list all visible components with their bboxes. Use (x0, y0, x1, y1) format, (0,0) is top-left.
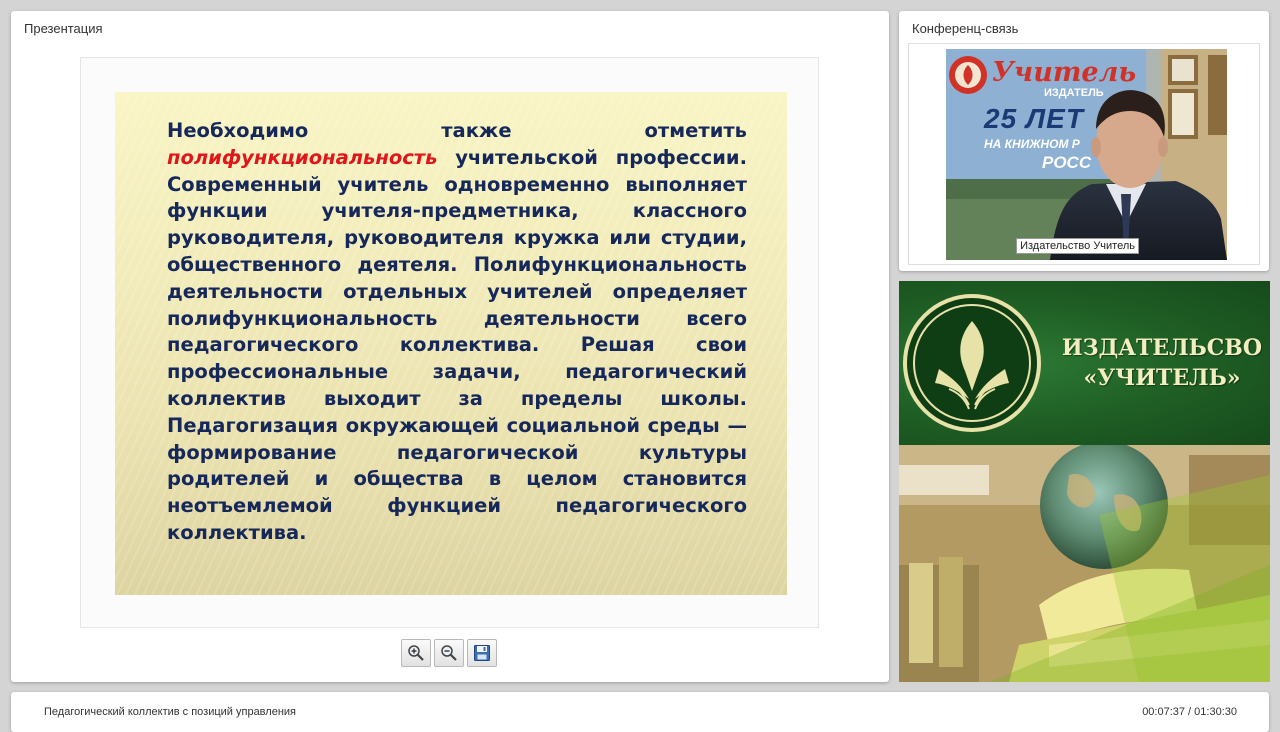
presentation-panel: Презентация Необходимо также отметить по… (11, 11, 889, 682)
publisher-logo-icon (903, 294, 1041, 432)
books-globe-illustration (899, 445, 1270, 682)
video-feed[interactable]: Учитель ИЗДАТЕЛЬ 25 ЛЕТ НА КНИЖНОМ Р РОС… (946, 49, 1227, 260)
zoom-out-icon (441, 645, 457, 661)
zoom-in-icon (408, 645, 424, 661)
player-footer: Педагогический коллектив с позиций управ… (11, 692, 1269, 732)
participant-label: Издательство Учитель (1016, 238, 1139, 254)
zoom-out-button[interactable] (434, 639, 464, 667)
banner-country: РОСС (1042, 153, 1092, 172)
video-frame: Учитель ИЗДАТЕЛЬ 25 ЛЕТ НА КНИЖНОМ Р РОС… (908, 43, 1260, 265)
publisher-banner: ИЗДАТЕЛЬСВО «УЧИТЕЛЬ» (899, 281, 1270, 682)
publisher-name-line2: «УЧИТЕЛЬ» (1083, 365, 1241, 391)
slide-text-highlight: полифункциональность (167, 145, 438, 169)
banner-line: НА КНИЖНОМ Р (984, 137, 1080, 151)
banner-years: 25 ЛЕТ (984, 103, 1084, 134)
banner-sub: ИЗДАТЕЛЬ (1044, 87, 1104, 99)
publisher-banner-top: ИЗДАТЕЛЬСВО «УЧИТЕЛЬ» (899, 281, 1270, 445)
course-title: Педагогический коллектив с позиций управ… (44, 706, 296, 718)
slide-text-intro: Необходимо также отметить (167, 119, 747, 142)
slide-text: Необходимо также отметить полифункционал… (167, 118, 747, 547)
floppy-disk-icon (474, 645, 490, 661)
presentation-title: Презентация (24, 21, 103, 36)
publisher-name-line1: ИЗДАТЕЛЬСВО (1061, 335, 1263, 361)
save-button[interactable] (467, 639, 497, 667)
conference-title: Конференц-связь (912, 21, 1019, 36)
publisher-name: ИЗДАТЕЛЬСВО «УЧИТЕЛЬ» (1057, 333, 1267, 393)
banner-brand: Учитель (992, 57, 1137, 88)
publisher-banner-image (899, 445, 1270, 682)
slide-frame: Необходимо также отметить полифункционал… (80, 57, 819, 628)
conference-panel: Конференц-связь Учитель ИЗДАТЕЛЬ 25 ЛЕТ … (899, 11, 1269, 271)
slide: Необходимо также отметить полифункционал… (115, 92, 787, 595)
playback-time: 00:07:37 / 01:30:30 (1142, 706, 1237, 718)
zoom-in-button[interactable] (401, 639, 431, 667)
slide-text-body: учительской профессии. Современный учите… (167, 145, 747, 544)
